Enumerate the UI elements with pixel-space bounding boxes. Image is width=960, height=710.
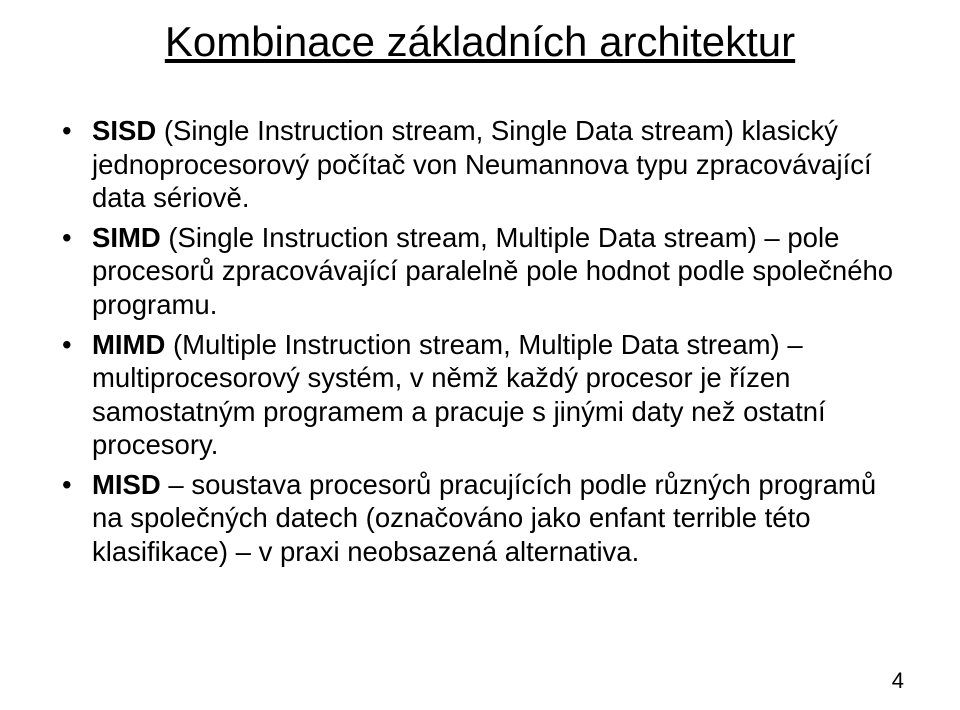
bullet-text: – soustava procesorů pracujících podle r… <box>92 469 876 567</box>
list-item: SISD (Single Instruction stream, Single … <box>56 114 904 215</box>
list-item: MIMD (Multiple Instruction stream, Multi… <box>56 328 904 462</box>
list-item: SIMD (Single Instruction stream, Multipl… <box>56 221 904 322</box>
bullet-strong: SISD <box>92 115 156 146</box>
slide-page: Kombinace základních architektur SISD (S… <box>0 0 960 710</box>
bullet-strong: SIMD <box>92 222 161 253</box>
list-item: MISD – soustava procesorů pracujících po… <box>56 468 904 569</box>
bullet-strong: MISD <box>92 469 161 500</box>
bullet-list: SISD (Single Instruction stream, Single … <box>56 114 904 568</box>
page-number: 4 <box>892 668 904 694</box>
bullet-text: (Multiple Instruction stream, Multiple D… <box>92 329 826 461</box>
bullet-text: (Single Instruction stream, Multiple Dat… <box>92 222 893 320</box>
page-title: Kombinace základních architektur <box>56 18 904 66</box>
bullet-text: (Single Instruction stream, Single Data … <box>92 115 872 213</box>
bullet-strong: MIMD <box>92 329 165 360</box>
